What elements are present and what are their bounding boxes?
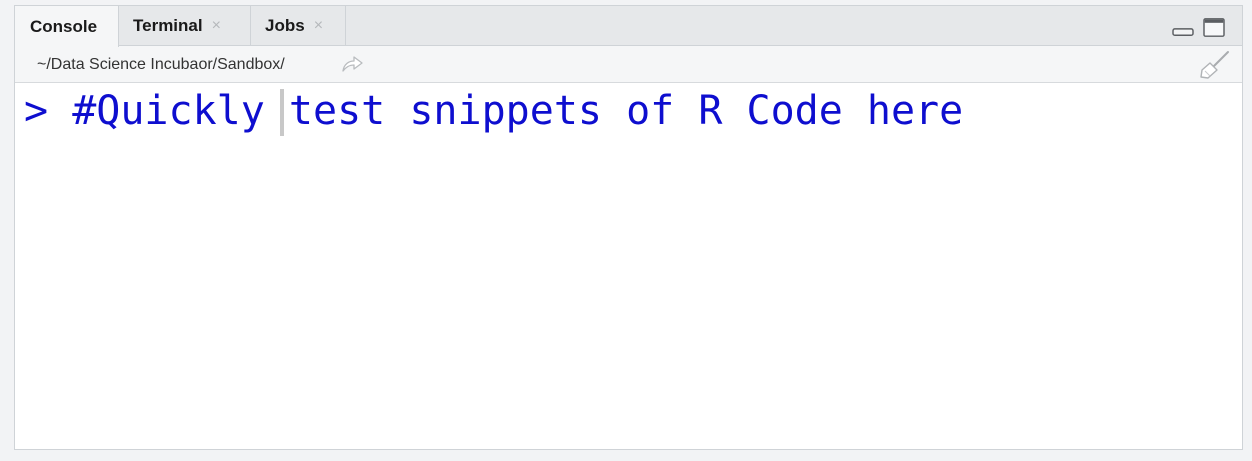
tab-jobs-label: Jobs bbox=[265, 16, 305, 35]
clear-console-broom-icon[interactable] bbox=[1198, 50, 1230, 80]
maximize-icon[interactable] bbox=[1201, 18, 1227, 38]
console-input-line: > #Quickly test snippets of R Code here bbox=[24, 87, 963, 135]
path-bar: ~/Data Science Incubaor/Sandbox/ bbox=[15, 46, 1242, 83]
working-directory-path[interactable]: ~/Data Science Incubaor/Sandbox/ bbox=[37, 56, 285, 74]
tab-terminal[interactable]: Terminal × bbox=[118, 6, 251, 46]
goto-directory-icon[interactable] bbox=[340, 55, 364, 73]
console-input-text[interactable]: #Quickly test snippets of R Code here bbox=[72, 88, 963, 134]
console-pane: Console Terminal × Jobs × ~/Data Science… bbox=[14, 5, 1243, 450]
console-prompt: > bbox=[24, 88, 49, 134]
tab-bar: Console Terminal × Jobs × bbox=[15, 6, 1242, 47]
tab-terminal-label: Terminal bbox=[133, 16, 203, 35]
tab-jobs[interactable]: Jobs × bbox=[250, 6, 346, 46]
console-output[interactable]: > #Quickly test snippets of R Code here bbox=[15, 83, 1242, 449]
close-icon[interactable]: × bbox=[314, 17, 323, 35]
text-cursor bbox=[280, 89, 284, 136]
tab-console[interactable]: Console bbox=[15, 6, 119, 47]
tab-console-label: Console bbox=[30, 16, 98, 36]
close-icon[interactable]: × bbox=[212, 17, 221, 35]
minimize-icon[interactable] bbox=[1170, 18, 1196, 38]
